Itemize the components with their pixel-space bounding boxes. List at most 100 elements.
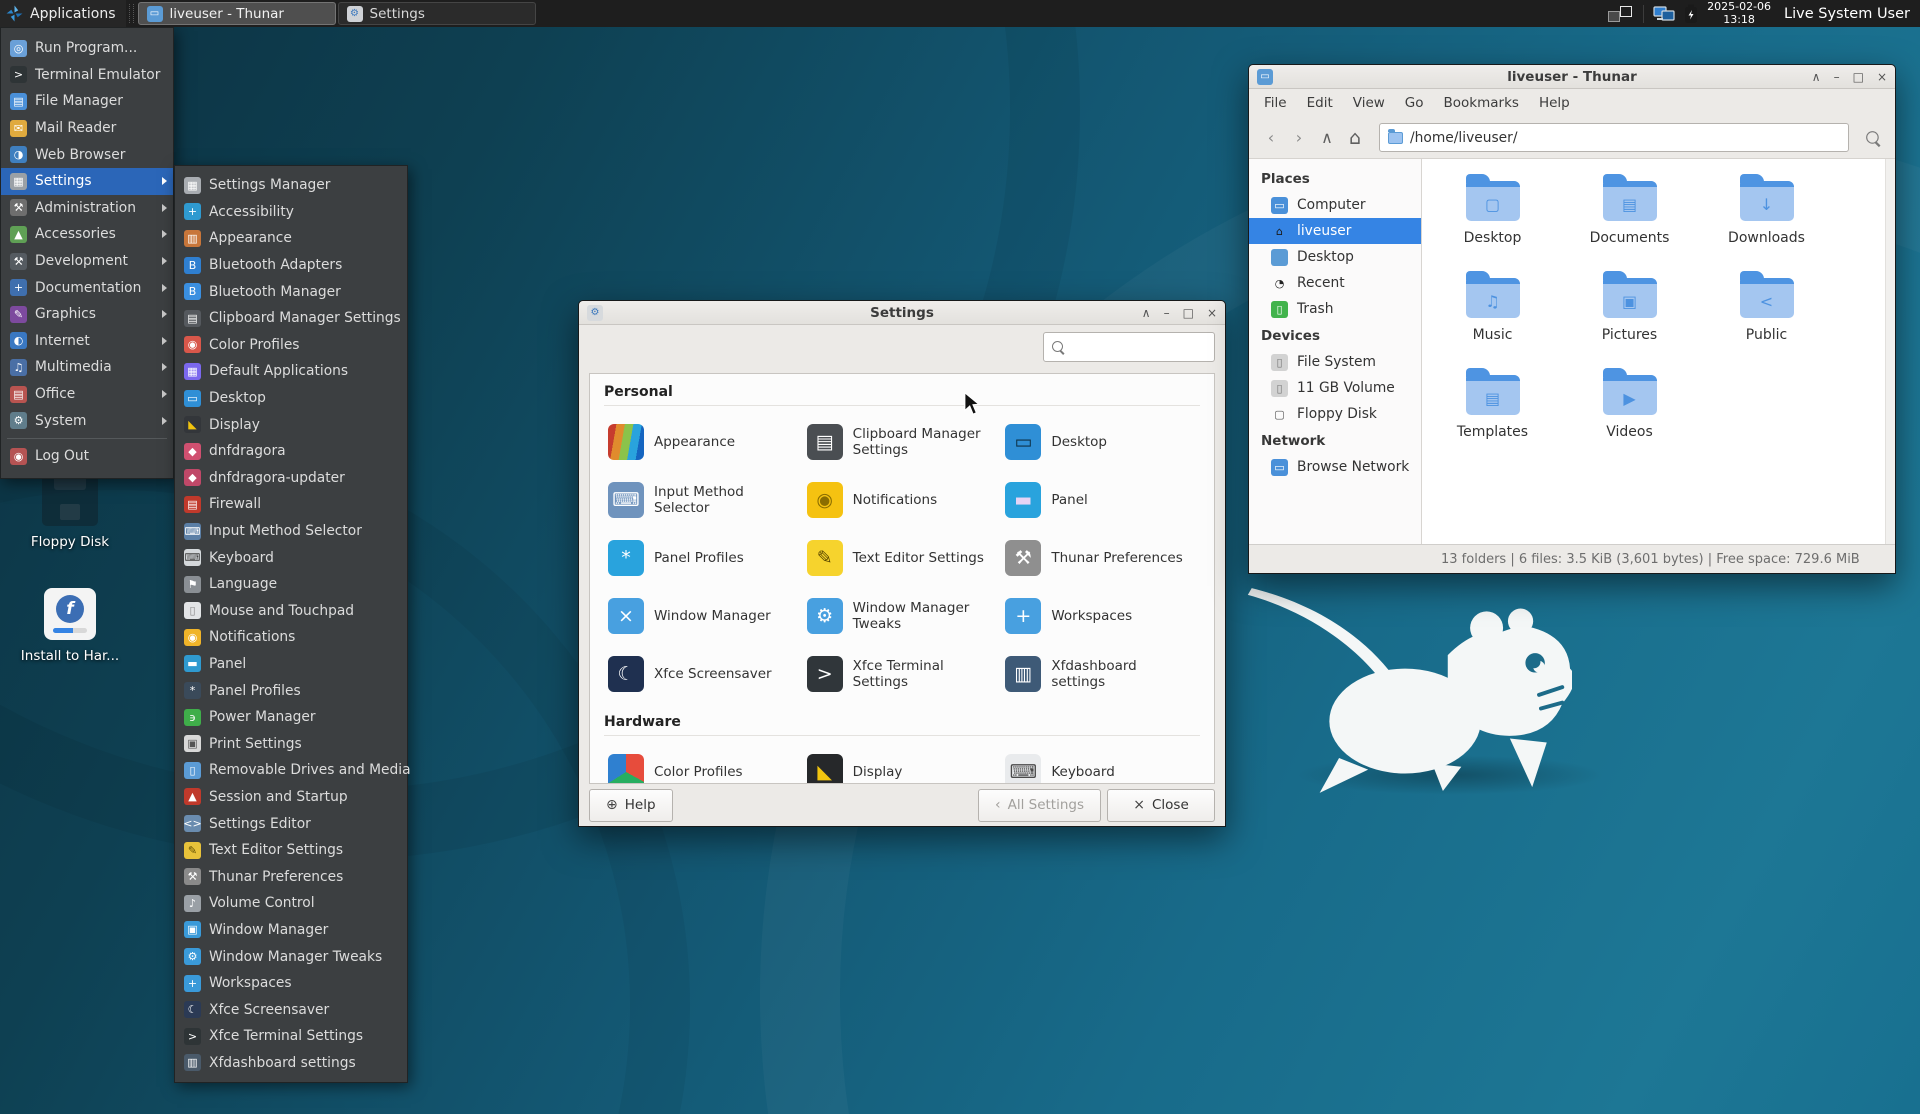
workspace-pager-icon[interactable]: [1608, 6, 1634, 22]
sidebar-item[interactable]: Desktop: [1249, 244, 1421, 270]
settings-tile[interactable]: ▭ Desktop: [1001, 416, 1200, 468]
folder-tile[interactable]: ▤ Templates: [1424, 367, 1561, 464]
submenu-item[interactable]: ▣ Window Manager: [175, 917, 407, 944]
sidebar-item[interactable]: ▯ Trash: [1249, 296, 1421, 322]
minimize-button[interactable]: –: [1164, 307, 1170, 319]
submenu-item[interactable]: <> Settings Editor: [175, 810, 407, 837]
task-button[interactable]: ⚙ Settings: [338, 2, 536, 25]
submenu-item[interactable]: ▥ Xfdashboard settings: [175, 1050, 407, 1077]
menu-item[interactable]: ◎ Run Program...: [1, 35, 173, 62]
submenu-item[interactable]: ◆ dnfdragora-updater: [175, 465, 407, 492]
menu-item[interactable]: ◉ Log Out: [1, 443, 173, 470]
desktop-icon-install-to-hard-drive[interactable]: f Install to Har...: [10, 588, 130, 664]
forward-button[interactable]: ›: [1287, 126, 1311, 150]
maximize-button[interactable]: □: [1853, 71, 1864, 83]
menu-item[interactable]: ⚙ System: [1, 407, 173, 434]
settings-tile[interactable]: Appearance: [604, 416, 803, 468]
maximize-button[interactable]: □: [1183, 307, 1194, 319]
submenu-item[interactable]: ◣ Display: [175, 411, 407, 438]
submenu-item[interactable]: ▣ Print Settings: [175, 730, 407, 757]
menu-item[interactable]: ✎ Graphics: [1, 301, 173, 328]
menu-item[interactable]: ▤ File Manager: [1, 88, 173, 115]
scrollbar[interactable]: [1885, 159, 1895, 544]
menu-item[interactable]: ◑ Web Browser: [1, 141, 173, 168]
settings-tile[interactable]: × Window Manager: [604, 590, 803, 642]
submenu-item[interactable]: + Accessibility: [175, 199, 407, 226]
submenu-item[interactable]: ▭ Desktop: [175, 385, 407, 412]
menu-item[interactable]: > Terminal Emulator: [1, 62, 173, 89]
submenu-item[interactable]: ◉ Color Profiles: [175, 332, 407, 359]
submenu-item[interactable]: ϶ Power Manager: [175, 704, 407, 731]
folder-tile[interactable]: ↓ Downloads: [1698, 173, 1835, 270]
submenu-item[interactable]: ♪ Volume Control: [175, 890, 407, 917]
submenu-item[interactable]: ⌨ Keyboard: [175, 544, 407, 571]
menu-item[interactable]: ▤ Office: [1, 381, 173, 408]
sidebar-item[interactable]: ◔ Recent: [1249, 270, 1421, 296]
folder-tile[interactable]: ▤ Documents: [1561, 173, 1698, 270]
submenu-item[interactable]: ⚑ Language: [175, 571, 407, 598]
submenu-item[interactable]: ⚙ Window Manager Tweaks: [175, 943, 407, 970]
menu-item[interactable]: ✉ Mail Reader: [1, 115, 173, 142]
folder-tile[interactable]: < Public: [1698, 270, 1835, 367]
folder-tile[interactable]: ♫ Music: [1424, 270, 1561, 367]
shade-button[interactable]: ∧: [1812, 71, 1821, 83]
settings-tile[interactable]: ◣ Display: [803, 746, 1002, 784]
settings-tile[interactable]: Color Profiles: [604, 746, 803, 784]
settings-tile[interactable]: > Xfce Terminal Settings: [803, 648, 1002, 700]
submenu-item[interactable]: ▬ Panel: [175, 651, 407, 678]
submenu-item[interactable]: ☾ Xfce Screensaver: [175, 996, 407, 1023]
sidebar-item[interactable]: ▯ 11 GB Volume: [1249, 375, 1421, 401]
menubar-item[interactable]: Help: [1530, 92, 1579, 114]
submenu-item[interactable]: ◆ dnfdragora: [175, 438, 407, 465]
sidebar-item[interactable]: ▭ Computer: [1249, 192, 1421, 218]
submenu-item[interactable]: B Bluetooth Manager: [175, 278, 407, 305]
submenu-item[interactable]: ▯ Mouse and Touchpad: [175, 598, 407, 625]
applications-menu-button[interactable]: Applications: [0, 0, 126, 27]
help-button[interactable]: ⊕ Help: [589, 789, 673, 822]
settings-tile[interactable]: ▤ Clipboard Manager Settings: [803, 416, 1002, 468]
menu-item[interactable]: + Documentation: [1, 274, 173, 301]
sidebar-item[interactable]: ▭ Browse Network: [1249, 454, 1421, 480]
submenu-item[interactable]: * Panel Profiles: [175, 677, 407, 704]
submenu-item[interactable]: + Workspaces: [175, 970, 407, 997]
home-button[interactable]: ⌂: [1343, 126, 1367, 150]
close-button[interactable]: ×: [1207, 307, 1217, 319]
search-button[interactable]: [1861, 126, 1885, 150]
desktop-icon-floppy-disk[interactable]: Floppy Disk: [10, 474, 130, 550]
path-field[interactable]: /home/liveuser/: [1379, 123, 1849, 152]
close-button[interactable]: ×: [1877, 71, 1887, 83]
task-button[interactable]: ▭ liveuser - Thunar: [138, 2, 336, 25]
thunar-titlebar[interactable]: ▭ liveuser - Thunar ∧ – □ ×: [1249, 65, 1895, 89]
settings-titlebar[interactable]: ⚙ Settings ∧ – □ ×: [579, 301, 1225, 325]
menu-item[interactable]: ⚒ Administration: [1, 195, 173, 222]
settings-tile[interactable]: ▬ Panel: [1001, 474, 1200, 526]
settings-tile[interactable]: ◉ Notifications: [803, 474, 1002, 526]
menubar-item[interactable]: File: [1255, 92, 1296, 114]
settings-tile[interactable]: + Workspaces: [1001, 590, 1200, 642]
folder-tile[interactable]: ▣ Pictures: [1561, 270, 1698, 367]
submenu-item[interactable]: ▦ Settings Manager: [175, 172, 407, 199]
submenu-item[interactable]: ▤ Clipboard Manager Settings: [175, 305, 407, 332]
submenu-item[interactable]: ▥ Appearance: [175, 225, 407, 252]
menu-item[interactable]: ◐ Internet: [1, 328, 173, 355]
settings-tile[interactable]: ⌨ Keyboard: [1001, 746, 1200, 784]
menubar-item[interactable]: Bookmarks: [1435, 92, 1528, 114]
folder-tile[interactable]: ▢ Desktop: [1424, 173, 1561, 270]
menu-item[interactable]: ▲ Accessories: [1, 221, 173, 248]
settings-tile[interactable]: ✎ Text Editor Settings: [803, 532, 1002, 584]
sidebar-item[interactable]: ▯ File System: [1249, 349, 1421, 375]
settings-tile[interactable]: * Panel Profiles: [604, 532, 803, 584]
submenu-item[interactable]: ⌨ Input Method Selector: [175, 518, 407, 545]
settings-tile[interactable]: ☾ Xfce Screensaver: [604, 648, 803, 700]
menu-item[interactable]: ♫ Multimedia: [1, 354, 173, 381]
sidebar-item[interactable]: ▢ Floppy Disk: [1249, 401, 1421, 427]
minimize-button[interactable]: –: [1834, 71, 1840, 83]
up-button[interactable]: ∧: [1315, 126, 1339, 150]
submenu-item[interactable]: ▯ Removable Drives and Media: [175, 757, 407, 784]
menubar-item[interactable]: View: [1344, 92, 1394, 114]
submenu-item[interactable]: ⚒ Thunar Preferences: [175, 863, 407, 890]
settings-tile[interactable]: ▥ Xfdashboard settings: [1001, 648, 1200, 700]
submenu-item[interactable]: B Bluetooth Adapters: [175, 252, 407, 279]
search-input[interactable]: [1043, 332, 1215, 362]
network-icon[interactable]: [1653, 5, 1675, 23]
